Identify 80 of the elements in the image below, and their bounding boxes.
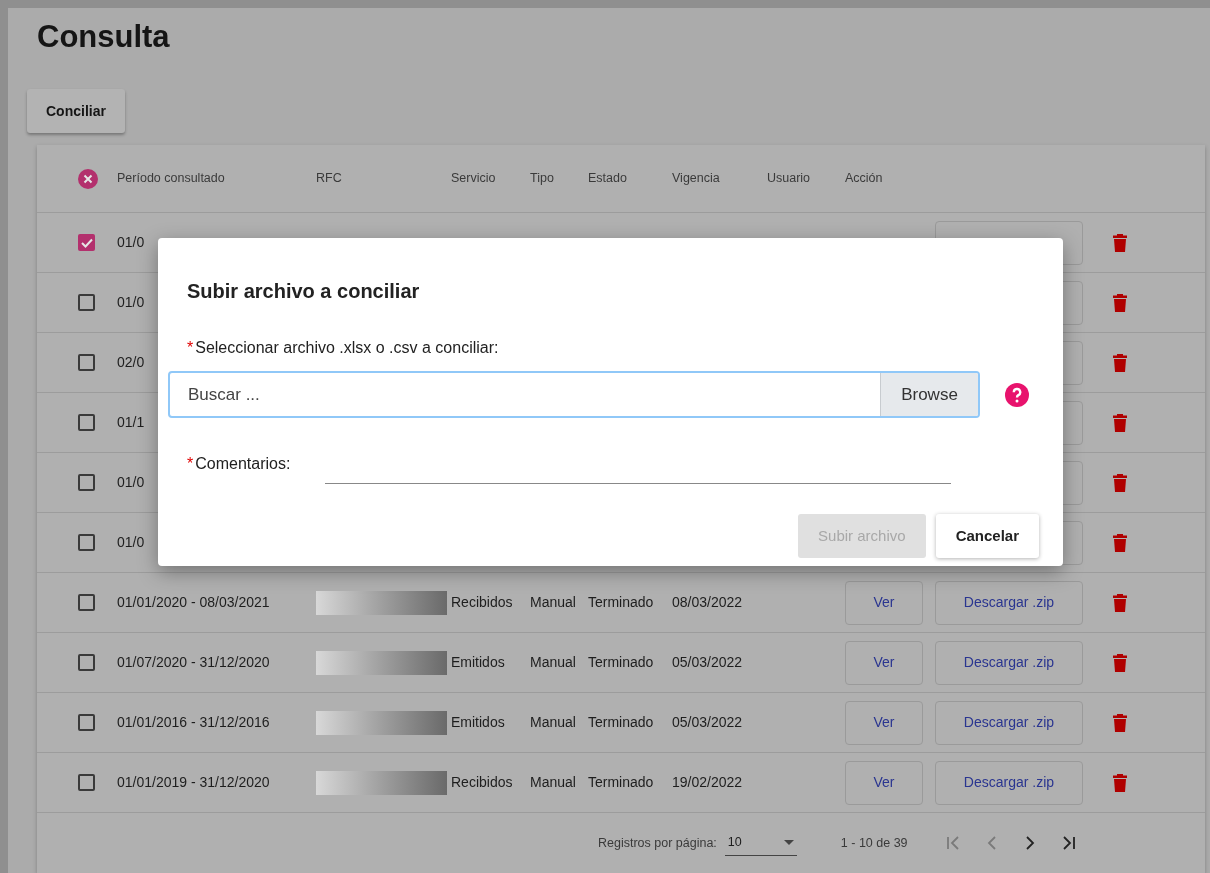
table-cell: Terminado [588, 654, 654, 670]
checkmark-icon [80, 237, 93, 248]
dialog-title: Subir archivo a conciliar [187, 279, 420, 304]
table-cell: Terminado [588, 714, 654, 730]
checkbox[interactable] [78, 474, 95, 491]
checkbox[interactable] [78, 534, 95, 551]
table-cell: Recibidos [451, 774, 513, 790]
table-cell: Terminado [588, 594, 654, 610]
checkbox[interactable] [78, 354, 95, 371]
table-cell: Manual [530, 714, 576, 730]
table-cell: 02/0 [117, 354, 145, 370]
dropdown-caret-icon [783, 840, 794, 845]
column-header: Usuario [767, 171, 811, 186]
column-header: Vigencia [672, 171, 720, 186]
table-cell: Manual [530, 774, 576, 790]
reconcile-button[interactable]: Conciliar [27, 89, 125, 133]
trash-icon[interactable] [1113, 353, 1127, 372]
trash-icon[interactable] [1113, 293, 1127, 312]
file-input-field[interactable]: Buscar ... Browse [168, 371, 980, 418]
table-cell: 19/02/2022 [672, 774, 743, 790]
table-cell: Recibidos [451, 594, 513, 610]
column-header: RFC [316, 171, 342, 186]
page-title: Consulta [37, 18, 170, 56]
table-cell: 08/03/2022 [672, 594, 743, 610]
table-cell: Emitidos [451, 654, 505, 670]
table-cell: Manual [530, 654, 576, 670]
table-cell: 01/07/2020 - 31/12/2020 [117, 654, 270, 670]
download-button[interactable]: Descargar .zip [935, 760, 1083, 805]
download-button[interactable]: Descargar .zip [935, 640, 1083, 685]
clear-selection-icon[interactable] [78, 168, 98, 189]
field-label: Seleccionar archivo .xlsx o .csv a conciliar: [195, 338, 499, 358]
rows-per-page-label: Registros por página: [598, 834, 717, 852]
trash-icon[interactable] [1113, 713, 1127, 732]
trash-icon[interactable] [1113, 773, 1127, 792]
checkbox[interactable] [78, 414, 95, 431]
checkbox[interactable] [78, 594, 95, 611]
table-cell: Terminado [588, 774, 654, 790]
download-button[interactable]: Descargar .zip [935, 580, 1083, 625]
trash-icon[interactable] [1113, 653, 1127, 672]
trash-icon[interactable] [1113, 593, 1127, 612]
table-cell: Emitidos [451, 714, 505, 730]
table-cell: 01/01/2016 - 31/12/2016 [117, 714, 270, 730]
table-cell: 01/01/2019 - 31/12/2020 [117, 774, 270, 790]
page-range: 1 - 10 de 39 [840, 834, 908, 852]
trash-icon[interactable] [1113, 413, 1127, 432]
table-cell: 01/0 [117, 294, 145, 310]
view-button[interactable]: Ver [845, 640, 923, 685]
column-header: Estado [588, 171, 627, 186]
browse-button[interactable]: Browse [880, 373, 978, 416]
trash-icon[interactable] [1113, 533, 1127, 552]
upload-file-button: Subir archivo [798, 514, 926, 558]
trash-icon[interactable] [1113, 233, 1127, 252]
view-button[interactable]: Ver [845, 580, 923, 625]
table-cell: 05/03/2022 [672, 654, 743, 670]
view-button[interactable]: Ver [845, 760, 923, 805]
checkbox[interactable] [78, 234, 95, 251]
field-label: Comentarios: [195, 454, 292, 474]
help-icon[interactable] [1005, 382, 1029, 407]
download-button[interactable]: Descargar .zip [935, 700, 1083, 745]
table-cell: 01/01/2020 - 08/03/2021 [117, 594, 270, 610]
table-cell: 05/03/2022 [672, 714, 743, 730]
column-header: Tipo [530, 171, 554, 186]
column-header: Servicio [451, 171, 496, 186]
cancel-button[interactable]: Cancelar [935, 514, 1039, 558]
trash-icon[interactable] [1113, 473, 1127, 492]
table-cell: 01/0 [117, 474, 145, 490]
column-header: Acción [845, 171, 883, 186]
required-mark: * [187, 338, 194, 358]
checkbox[interactable] [78, 714, 95, 731]
checkbox[interactable] [78, 294, 95, 311]
table-cell: 01/0 [117, 534, 145, 550]
table-cell: Manual [530, 594, 576, 610]
checkbox[interactable] [78, 654, 95, 671]
rows-per-page-select[interactable]: 10 [724, 830, 797, 856]
table-cell: 01/1 [117, 414, 145, 430]
view-button[interactable]: Ver [845, 700, 923, 745]
table-cell: 01/0 [117, 234, 145, 250]
required-mark: * [187, 454, 194, 474]
column-header: Período consultado [117, 171, 225, 186]
checkbox[interactable] [78, 774, 95, 791]
